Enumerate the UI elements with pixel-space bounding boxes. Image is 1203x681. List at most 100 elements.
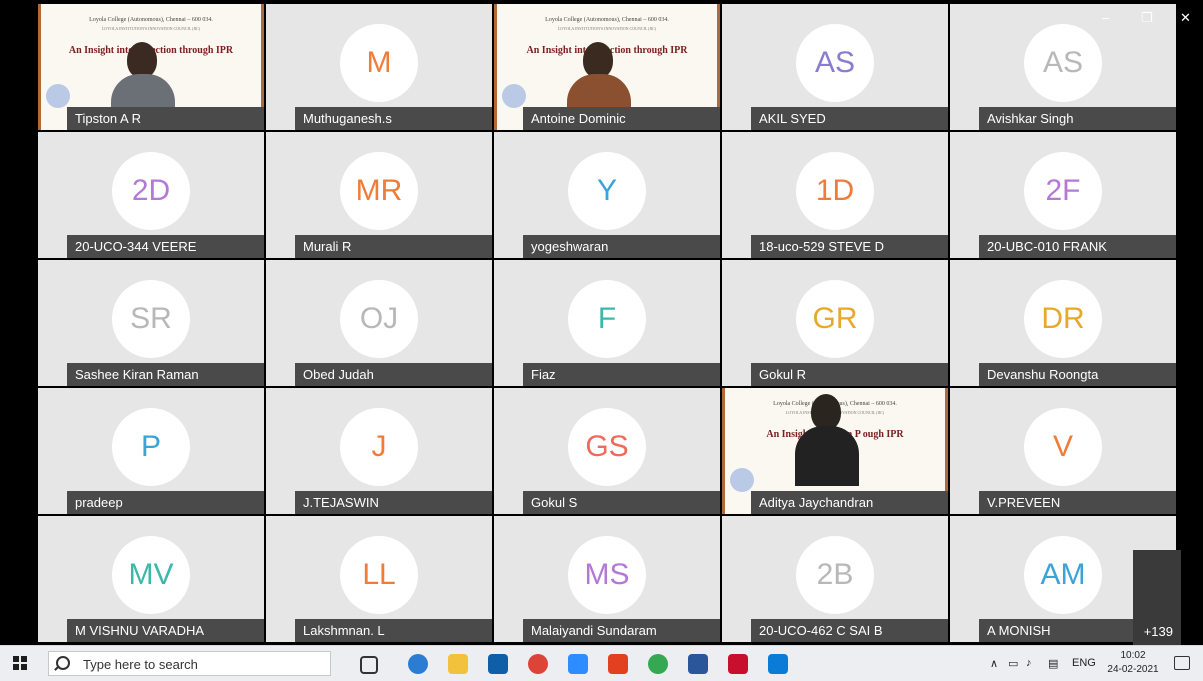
participant-tile[interactable]: DR Devanshu Roongta bbox=[950, 260, 1176, 386]
participant-name: Tipston A R bbox=[67, 107, 264, 130]
task-view-icon[interactable] bbox=[360, 656, 378, 674]
acrobat-icon[interactable] bbox=[728, 654, 748, 674]
participant-name: Avishkar Singh bbox=[979, 107, 1176, 130]
photos-icon[interactable] bbox=[768, 654, 788, 674]
participant-tile[interactable]: MV M VISHNU VARADHA bbox=[38, 516, 264, 642]
participant-tile[interactable]: OJ Obed Judah bbox=[266, 260, 492, 386]
participant-avatar: OJ bbox=[340, 280, 418, 358]
participant-avatar: LL bbox=[340, 536, 418, 614]
participant-name: yogeshwaran bbox=[523, 235, 720, 258]
participant-tile[interactable]: 2D 20-UCO-344 VEERE bbox=[38, 132, 264, 258]
participant-tile[interactable]: Loyola College (Autonomous), Chennai – 6… bbox=[38, 4, 264, 130]
participant-tile[interactable]: GS Gokul S bbox=[494, 388, 720, 514]
slide-decoration bbox=[730, 468, 754, 492]
chrome-icon[interactable] bbox=[528, 654, 548, 674]
clock-date: 24-02-2021 bbox=[1107, 664, 1159, 675]
office-icon[interactable] bbox=[608, 654, 628, 674]
zoom-icon[interactable] bbox=[568, 654, 588, 674]
participant-avatar: MV bbox=[112, 536, 190, 614]
slide-decoration bbox=[46, 84, 70, 108]
battery-icon[interactable]: ▭ bbox=[1008, 657, 1018, 670]
participant-name: 20-UCO-344 VEERE bbox=[67, 235, 264, 258]
participant-name: Malaiyandi Sundaram bbox=[523, 619, 720, 642]
volume-icon[interactable]: ♪ bbox=[1026, 657, 1032, 669]
notification-icon[interactable] bbox=[1174, 656, 1190, 670]
participant-name: Fiaz bbox=[523, 363, 720, 386]
participant-person bbox=[795, 394, 859, 486]
tray-chevron-icon[interactable]: ∧ bbox=[990, 657, 998, 670]
participant-name: Murali R bbox=[295, 235, 492, 258]
participant-avatar: MS bbox=[568, 536, 646, 614]
network-icon[interactable]: ▤ bbox=[1048, 657, 1058, 670]
participant-avatar: J bbox=[340, 408, 418, 486]
participant-name: Gokul R bbox=[751, 363, 948, 386]
participant-tile[interactable]: MR Murali R bbox=[266, 132, 492, 258]
participant-avatar: 2F bbox=[1024, 152, 1102, 230]
participant-name: Aditya Jaychandran bbox=[751, 491, 948, 514]
participant-avatar: Y bbox=[568, 152, 646, 230]
participant-tile[interactable]: LL Lakshmnan. L bbox=[266, 516, 492, 642]
close-button[interactable]: ✕ bbox=[1180, 10, 1191, 26]
clock[interactable]: 10:02 24-02-2021 bbox=[1103, 649, 1163, 677]
participant-avatar: 2D bbox=[112, 152, 190, 230]
windows-start-icon[interactable] bbox=[13, 656, 27, 670]
participant-name: V.PREVEEN bbox=[979, 491, 1176, 514]
participant-tile[interactable]: GR Gokul R bbox=[722, 260, 948, 386]
participant-tile[interactable]: Loyola College (Autonomous), Chennai – 6… bbox=[722, 388, 948, 514]
more-participants-button[interactable]: +139 bbox=[1133, 550, 1181, 645]
participant-name: M VISHNU VARADHA bbox=[67, 619, 264, 642]
participant-name: Sashee Kiran Raman bbox=[67, 363, 264, 386]
participant-avatar: F bbox=[568, 280, 646, 358]
taskbar-search-box[interactable]: Type here to search bbox=[48, 651, 331, 676]
slide-college-line: Loyola College (Autonomous), Chennai – 6… bbox=[89, 17, 213, 23]
language-indicator[interactable]: ENG bbox=[1072, 657, 1096, 669]
participant-name: 18-uco-529 STEVE D bbox=[751, 235, 948, 258]
edge-icon[interactable] bbox=[408, 654, 428, 674]
participant-avatar: SR bbox=[112, 280, 190, 358]
participant-tile[interactable]: AS AKIL SYED bbox=[722, 4, 948, 130]
participant-tile[interactable]: Ppradeep bbox=[38, 388, 264, 514]
participant-avatar: P bbox=[112, 408, 190, 486]
participant-tile[interactable]: Loyola College (Autonomous), Chennai – 6… bbox=[494, 4, 720, 130]
search-placeholder: Type here to search bbox=[83, 657, 198, 672]
participant-avatar: M bbox=[340, 24, 418, 102]
participant-tile[interactable]: J J.TEJASWIN bbox=[266, 388, 492, 514]
chrome-alt-icon[interactable] bbox=[648, 654, 668, 674]
participant-name: Devanshu Roongta bbox=[979, 363, 1176, 386]
participant-tile[interactable]: 2F 20-UBC-010 FRANK bbox=[950, 132, 1176, 258]
meeting-stage: Loyola College (Autonomous), Chennai – 6… bbox=[0, 0, 1203, 645]
participant-name: AKIL SYED bbox=[751, 107, 948, 130]
participant-avatar: GS bbox=[568, 408, 646, 486]
participant-name: Gokul S bbox=[523, 491, 720, 514]
participant-avatar: AM bbox=[1024, 536, 1102, 614]
participant-tile[interactable]: Yyogeshwaran bbox=[494, 132, 720, 258]
participant-avatar: V bbox=[1024, 408, 1102, 486]
participant-tile[interactable]: 1D 18-uco-529 STEVE D bbox=[722, 132, 948, 258]
participant-avatar: DR bbox=[1024, 280, 1102, 358]
mail-icon[interactable] bbox=[488, 654, 508, 674]
participant-avatar: 2B bbox=[796, 536, 874, 614]
participant-tile[interactable]: MS Malaiyandi Sundaram bbox=[494, 516, 720, 642]
participant-name: 20-UBC-010 FRANK bbox=[979, 235, 1176, 258]
participant-avatar: 1D bbox=[796, 152, 874, 230]
participant-name: 20-UCO-462 C SAI B bbox=[751, 619, 948, 642]
slide-college-line: Loyola College (Autonomous), Chennai – 6… bbox=[545, 17, 669, 23]
participant-name: Obed Judah bbox=[295, 363, 492, 386]
minimize-button[interactable]: – bbox=[1102, 10, 1109, 25]
maximize-button[interactable]: ❐ bbox=[1141, 10, 1153, 26]
participant-tile[interactable]: SR Sashee Kiran Raman bbox=[38, 260, 264, 386]
participant-name: pradeep bbox=[67, 491, 264, 514]
participant-avatar: AS bbox=[796, 24, 874, 102]
participant-name: Antoine Dominic bbox=[523, 107, 720, 130]
participant-tile[interactable]: 2B 20-UCO-462 C SAI B bbox=[722, 516, 948, 642]
overflow-count: +139 bbox=[1143, 624, 1173, 639]
participant-name: Muthuganesh.s bbox=[295, 107, 492, 130]
search-icon bbox=[56, 656, 70, 670]
participant-tile[interactable]: F Fiaz bbox=[494, 260, 720, 386]
participant-tile[interactable]: V V.PREVEEN bbox=[950, 388, 1176, 514]
participant-tile[interactable]: M Muthuganesh.s bbox=[266, 4, 492, 130]
word-icon[interactable] bbox=[688, 654, 708, 674]
participant-name: J.TEJASWIN bbox=[295, 491, 492, 514]
file-explorer-icon[interactable] bbox=[448, 654, 468, 674]
participant-grid: Loyola College (Autonomous), Chennai – 6… bbox=[38, 4, 1178, 645]
